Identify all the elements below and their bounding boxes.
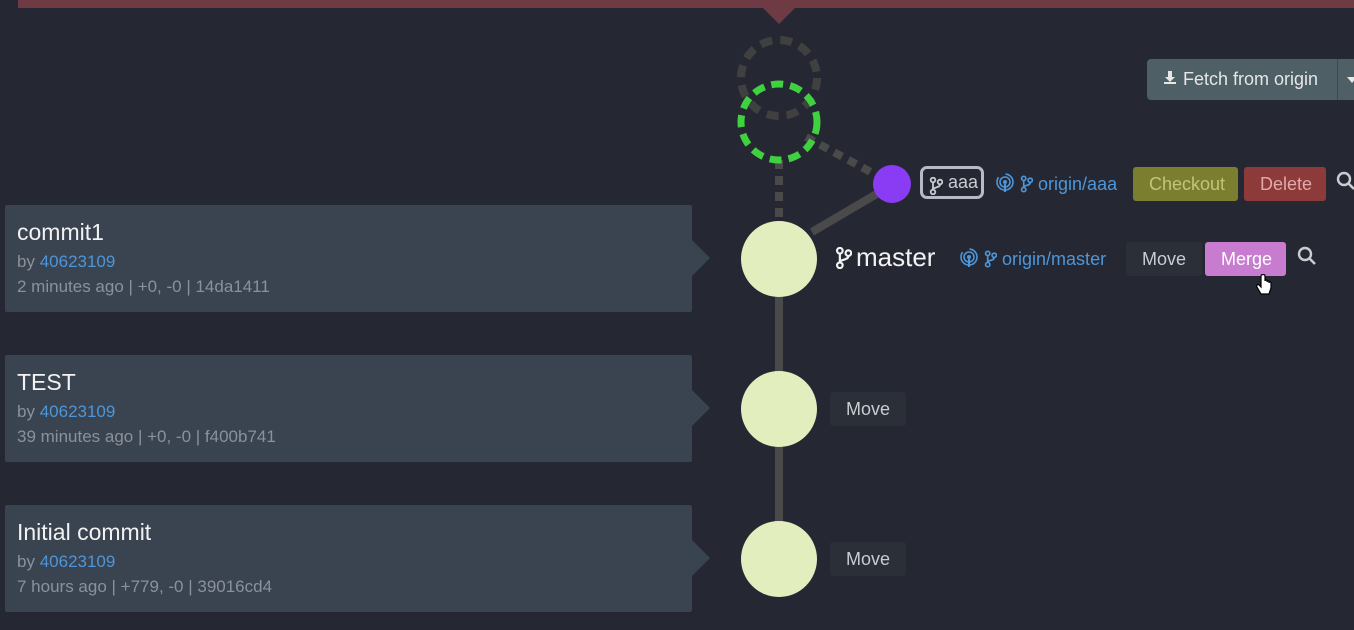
branch-icon xyxy=(929,176,944,203)
remote-icon xyxy=(959,248,979,269)
remote-ref-origin-master[interactable]: origin/master xyxy=(959,248,1106,270)
branch-line xyxy=(809,188,883,236)
remote-ref-label: origin/aaa xyxy=(1038,174,1118,194)
commit-meta: 39 minutes ago | +0, -0 | f400b741 xyxy=(17,427,276,446)
commit-meta: 7 hours ago | +779, -0 | 39016cd4 xyxy=(17,577,273,596)
fetch-from-origin-button[interactable]: Fetch from origin xyxy=(1147,59,1354,100)
move-button[interactable]: Move xyxy=(830,392,907,426)
checkout-button[interactable]: Checkout xyxy=(1133,167,1238,201)
commit-card[interactable]: TEST by 40623109 39 minutes ago | +0, -0… xyxy=(5,355,710,462)
branch-icon xyxy=(984,249,998,269)
remote-ref-origin-aaa[interactable]: origin/aaa xyxy=(995,173,1117,195)
download-icon xyxy=(1163,59,1177,100)
commit-card[interactable]: Initial commit by 40623109 7 hours ago |… xyxy=(5,505,710,612)
branch-icon xyxy=(835,242,856,272)
remote-ref-label: origin/master xyxy=(1002,249,1107,269)
commit-meta: 2 minutes ago | +0, -0 | 14da1411 xyxy=(17,277,270,296)
branch-aaa-node[interactable] xyxy=(873,165,911,203)
commit-author-line: by 40623109 xyxy=(17,252,115,272)
hand-pointer-icon xyxy=(1256,273,1272,303)
branch-master-label[interactable]: master xyxy=(835,242,935,273)
search-icon[interactable] xyxy=(1336,171,1354,196)
fetch-divider xyxy=(1337,59,1338,100)
working-branch-link xyxy=(804,133,882,181)
commit-author-line: by 40623109 xyxy=(17,402,115,422)
fetch-label: Fetch from origin xyxy=(1183,69,1319,89)
by-label: by xyxy=(17,402,35,421)
author-link[interactable]: 40623109 xyxy=(40,252,116,271)
move-button[interactable]: Move xyxy=(1126,242,1203,276)
remote-icon xyxy=(995,173,1015,194)
working-copy-node[interactable] xyxy=(737,80,821,164)
author-link[interactable]: 40623109 xyxy=(40,552,116,571)
author-link[interactable]: 40623109 xyxy=(40,402,116,421)
by-label: by xyxy=(17,252,35,271)
commit-title: Initial commit xyxy=(17,519,152,545)
branch-aaa-chip[interactable]: aaa xyxy=(920,166,984,199)
branch-aaa-label: aaa xyxy=(948,172,979,192)
commit-node-2[interactable] xyxy=(741,371,817,447)
commit-title: TEST xyxy=(17,369,76,395)
by-label: by xyxy=(17,552,35,571)
commit-node-1[interactable] xyxy=(741,221,817,297)
branch-icon xyxy=(1020,174,1034,194)
merge-button[interactable]: Merge xyxy=(1205,242,1286,276)
commit-title: commit1 xyxy=(17,219,104,245)
master-label-text: master xyxy=(856,242,936,272)
commit-node-3[interactable] xyxy=(741,521,817,597)
commit-card[interactable]: commit1 by 40623109 2 minutes ago | +0, … xyxy=(5,205,710,312)
search-icon[interactable] xyxy=(1297,246,1317,271)
move-button[interactable]: Move xyxy=(830,542,907,576)
fetch-dropdown-caret-icon[interactable] xyxy=(1347,77,1354,83)
delete-button[interactable]: Delete xyxy=(1244,167,1326,201)
upstream-ghost-node xyxy=(737,36,821,120)
commit-author-line: by 40623109 xyxy=(17,552,115,572)
